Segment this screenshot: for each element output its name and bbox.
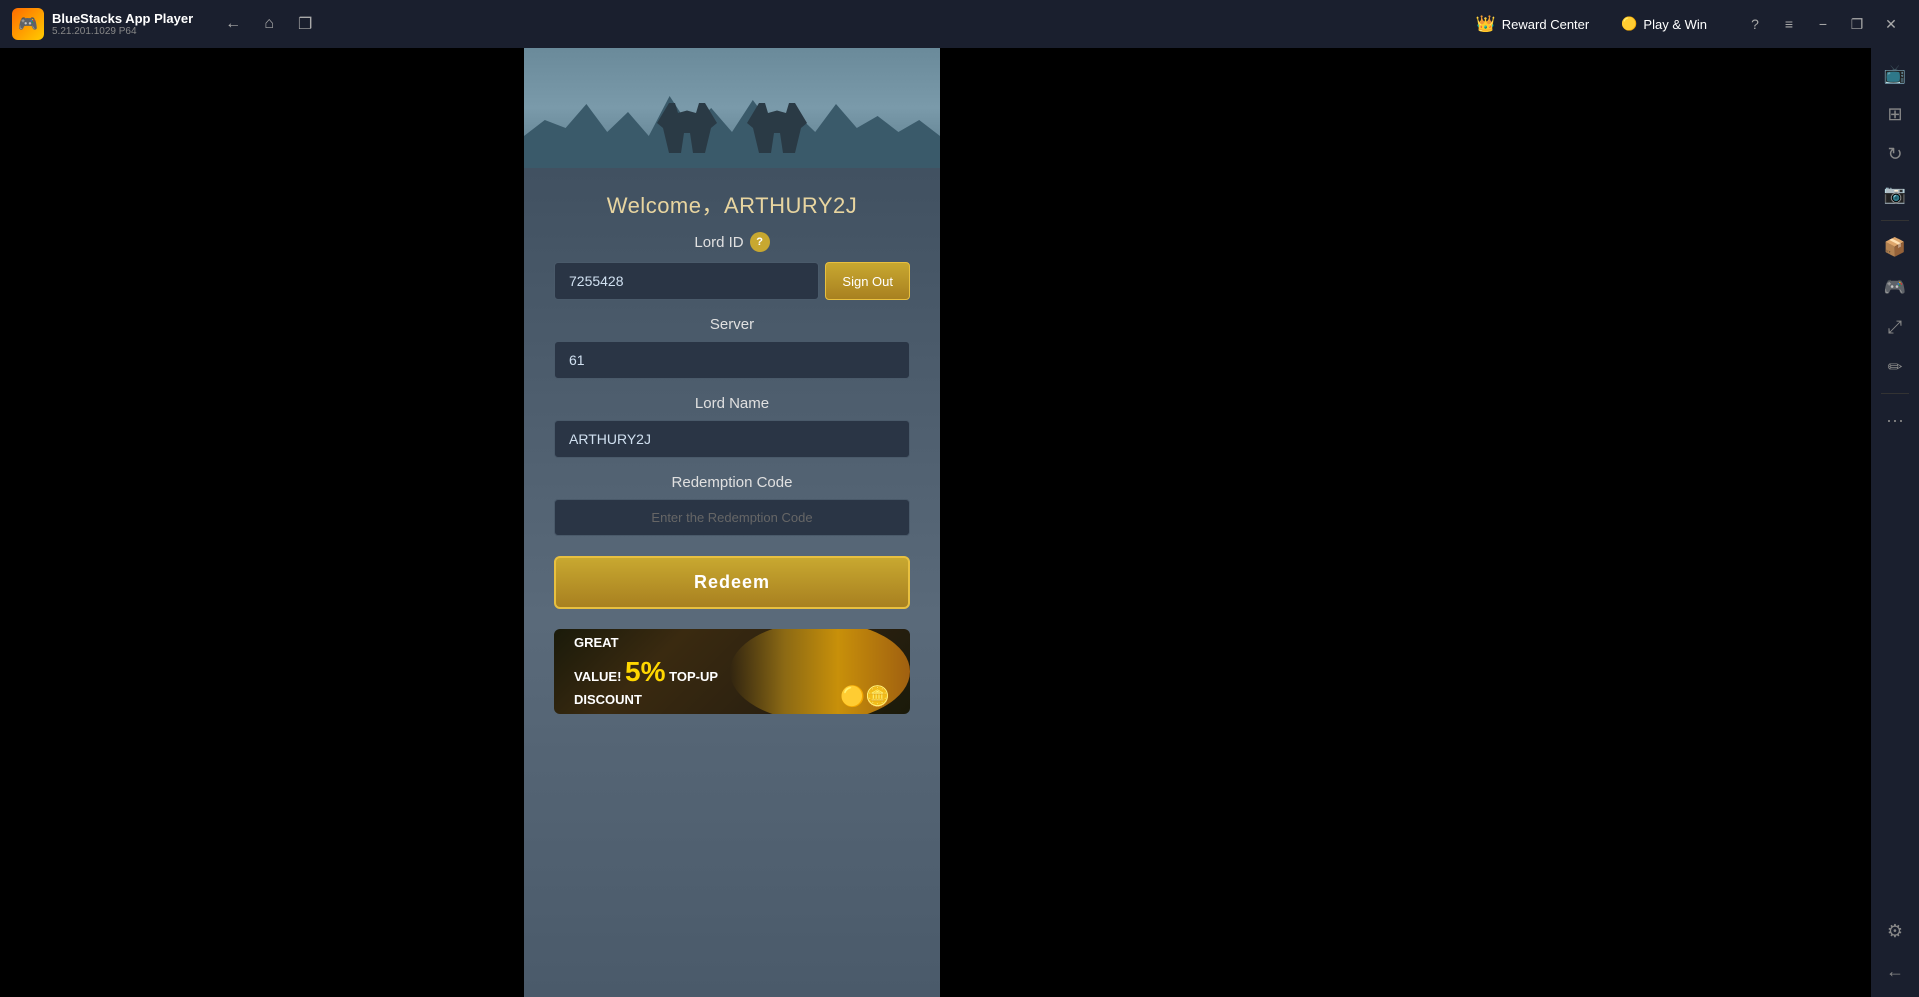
left-panel (0, 48, 524, 997)
back-nav-button[interactable]: ← (217, 8, 249, 40)
lord-name-label: Lord Name (554, 395, 910, 412)
banner-percent: 5% (625, 656, 665, 687)
right-sidebar: 📺 ⊞ ↻ 📷 📦 🎮 ⤢ ✏ ··· ⚙ ← (1871, 48, 1919, 997)
right-panel: 📺 ⊞ ↻ 📷 📦 🎮 ⤢ ✏ ··· ⚙ ← (940, 48, 1919, 997)
sidebar-divider-1 (1881, 220, 1909, 221)
redemption-code-label: Redemption Code (554, 474, 910, 491)
reward-center-button[interactable]: 👑 Reward Center (1468, 10, 1597, 38)
edit-icon-button[interactable]: ✏ (1877, 349, 1913, 385)
silhouette-figures (657, 103, 807, 153)
play-win-icon: 🟡 (1621, 16, 1637, 32)
sidebar-divider-2 (1881, 393, 1909, 394)
titlebar-nav: ← ⌂ ❐ (217, 8, 321, 40)
multi-nav-button[interactable]: ❐ (289, 8, 321, 40)
menu-button[interactable]: ≡ (1773, 8, 1805, 40)
redeem-button[interactable]: Redeem (554, 556, 910, 609)
welcome-text: Welcome，ARTHURY2J (554, 188, 910, 220)
titlebar-right: 👑 Reward Center 🟡 Play & Win ? ≡ − ❐ ✕ (1468, 8, 1907, 40)
app-name: BlueStacks App Player (52, 11, 193, 26)
lord-id-label: Lord ID ? (554, 232, 910, 252)
apk-icon-button[interactable]: 📦 (1877, 229, 1913, 265)
app-logo: 🎮 (12, 8, 44, 40)
app-info: BlueStacks App Player 5.21.201.1029 P64 (52, 11, 193, 37)
banner-line3: DISCOUNT (574, 691, 718, 709)
banner-coins-decoration: 🟡🪙 (840, 684, 890, 709)
figure-right (747, 103, 807, 153)
resize-icon-button[interactable]: ⤢ (1877, 309, 1913, 345)
settings-icon-button[interactable]: ⚙ (1877, 913, 1913, 949)
reward-center-label: Reward Center (1502, 17, 1589, 32)
crown-icon: 👑 (1476, 14, 1496, 34)
close-button[interactable]: ✕ (1875, 8, 1907, 40)
help-button[interactable]: ? (1739, 8, 1771, 40)
rotation-icon-button[interactable]: ↻ (1877, 136, 1913, 172)
banner-line1: GREAT (574, 634, 718, 652)
silhouette-area (524, 48, 940, 168)
gamepad-icon-button[interactable]: 🎮 (1877, 269, 1913, 305)
play-win-button[interactable]: 🟡 Play & Win (1613, 12, 1715, 36)
sidebar-back-icon-button[interactable]: ← (1877, 953, 1913, 989)
home-nav-button[interactable]: ⌂ (253, 8, 285, 40)
lord-id-help-icon[interactable]: ? (750, 232, 770, 252)
titlebar-left: 🎮 BlueStacks App Player 5.21.201.1029 P6… (12, 8, 1468, 40)
sign-out-button[interactable]: Sign Out (825, 262, 910, 300)
figure-left (657, 103, 717, 153)
lord-id-row: Sign Out (554, 262, 910, 300)
camera-icon-button[interactable]: 📷 (1877, 176, 1913, 212)
minimize-button[interactable]: − (1807, 8, 1839, 40)
lord-name-value: ARTHURY2J (554, 420, 910, 458)
tv-icon-button[interactable]: 📺 (1877, 56, 1913, 92)
main-area: Welcome，ARTHURY2J Lord ID ? Sign Out Ser… (0, 48, 1919, 997)
play-win-label: Play & Win (1643, 17, 1707, 32)
server-label: Server (554, 316, 910, 333)
lord-id-input[interactable] (554, 262, 819, 300)
titlebar-controls: ? ≡ − ❐ ✕ (1739, 8, 1907, 40)
server-value: 61 (554, 341, 910, 379)
restore-button[interactable]: ❐ (1841, 8, 1873, 40)
grid-icon-button[interactable]: ⊞ (1877, 96, 1913, 132)
promo-banner[interactable]: GREAT VALUE! 5% TOP-UP DISCOUNT 🟡🪙 (554, 629, 910, 714)
banner-text: GREAT VALUE! 5% TOP-UP DISCOUNT (574, 634, 718, 710)
more-icon-button[interactable]: ··· (1877, 402, 1913, 438)
form-container: Welcome，ARTHURY2J Lord ID ? Sign Out Ser… (524, 168, 940, 734)
redemption-code-input[interactable] (554, 499, 910, 536)
center-panel: Welcome，ARTHURY2J Lord ID ? Sign Out Ser… (524, 48, 940, 997)
app-version: 5.21.201.1029 P64 (52, 26, 193, 37)
banner-line2: VALUE! 5% TOP-UP (574, 652, 718, 691)
titlebar: 🎮 BlueStacks App Player 5.21.201.1029 P6… (0, 0, 1919, 48)
